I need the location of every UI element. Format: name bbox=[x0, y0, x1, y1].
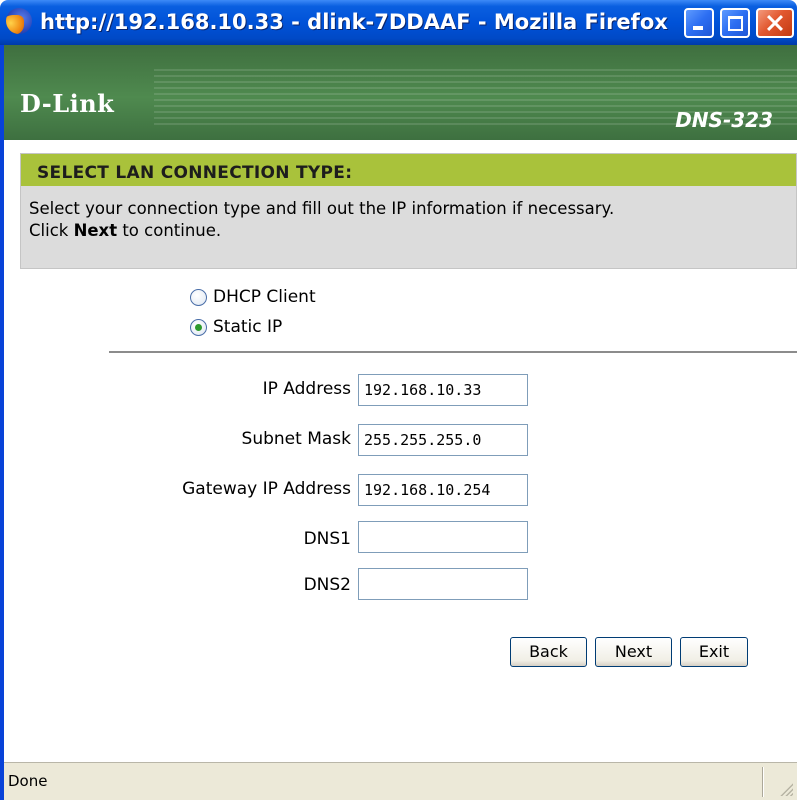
dns2-input[interactable] bbox=[358, 568, 528, 600]
dns1-label: DNS1 bbox=[303, 529, 351, 549]
maximize-icon bbox=[728, 16, 743, 31]
radio-dhcp-client[interactable]: DHCP Client bbox=[190, 287, 316, 307]
section-heading: SELECT LAN CONNECTION TYPE: bbox=[21, 154, 796, 186]
resize-grip-icon[interactable] bbox=[779, 782, 793, 796]
minimize-button[interactable] bbox=[684, 8, 714, 38]
status-text: Done bbox=[8, 772, 48, 790]
section-instructions: Select your connection type and fill out… bbox=[21, 186, 796, 242]
maximize-button[interactable] bbox=[720, 8, 750, 38]
instruction-suffix: to continue. bbox=[117, 221, 222, 240]
window-title: http://192.168.10.33 - dlink-7DDAAF - Mo… bbox=[40, 10, 668, 34]
exit-button[interactable]: Exit bbox=[680, 637, 748, 667]
divider bbox=[109, 351, 797, 353]
instruction-line-2: Click Next to continue. bbox=[29, 220, 796, 242]
ip-address-label: IP Address bbox=[262, 379, 351, 399]
ip-address-input[interactable]: 192.168.10.33 bbox=[358, 374, 528, 406]
instruction-bold: Next bbox=[73, 221, 118, 240]
instruction-prefix: Click bbox=[29, 221, 74, 240]
dns1-input[interactable] bbox=[358, 521, 528, 553]
instruction-line-1: Select your connection type and fill out… bbox=[29, 199, 615, 218]
device-model: DNS-323 bbox=[675, 108, 773, 132]
back-button[interactable]: Back bbox=[510, 637, 587, 667]
radio-static-label: Static IP bbox=[213, 317, 283, 337]
close-icon bbox=[766, 14, 784, 32]
radio-static-ip[interactable]: Static IP bbox=[190, 317, 282, 337]
radio-dhcp-indicator[interactable] bbox=[190, 288, 207, 306]
minimize-icon bbox=[693, 26, 703, 30]
lan-connection-panel: SELECT LAN CONNECTION TYPE: Select your … bbox=[20, 153, 797, 269]
status-divider bbox=[762, 767, 764, 797]
gateway-ip-label: Gateway IP Address bbox=[182, 479, 351, 499]
firefox-icon bbox=[6, 8, 32, 34]
next-button[interactable]: Next bbox=[595, 637, 672, 667]
status-bar: Done bbox=[4, 762, 797, 800]
window-title-bar[interactable]: http://192.168.10.33 - dlink-7DDAAF - Mo… bbox=[0, 0, 797, 45]
dns2-label: DNS2 bbox=[303, 575, 351, 595]
radio-static-indicator[interactable] bbox=[190, 318, 207, 336]
gateway-ip-input[interactable]: 192.168.10.254 bbox=[358, 474, 528, 506]
subnet-mask-label: Subnet Mask bbox=[241, 429, 351, 449]
close-button[interactable] bbox=[756, 8, 794, 38]
radio-dhcp-label: DHCP Client bbox=[213, 287, 316, 307]
dlink-logo: D-Link bbox=[20, 89, 115, 118]
subnet-mask-input[interactable]: 255.255.255.0 bbox=[358, 424, 528, 456]
